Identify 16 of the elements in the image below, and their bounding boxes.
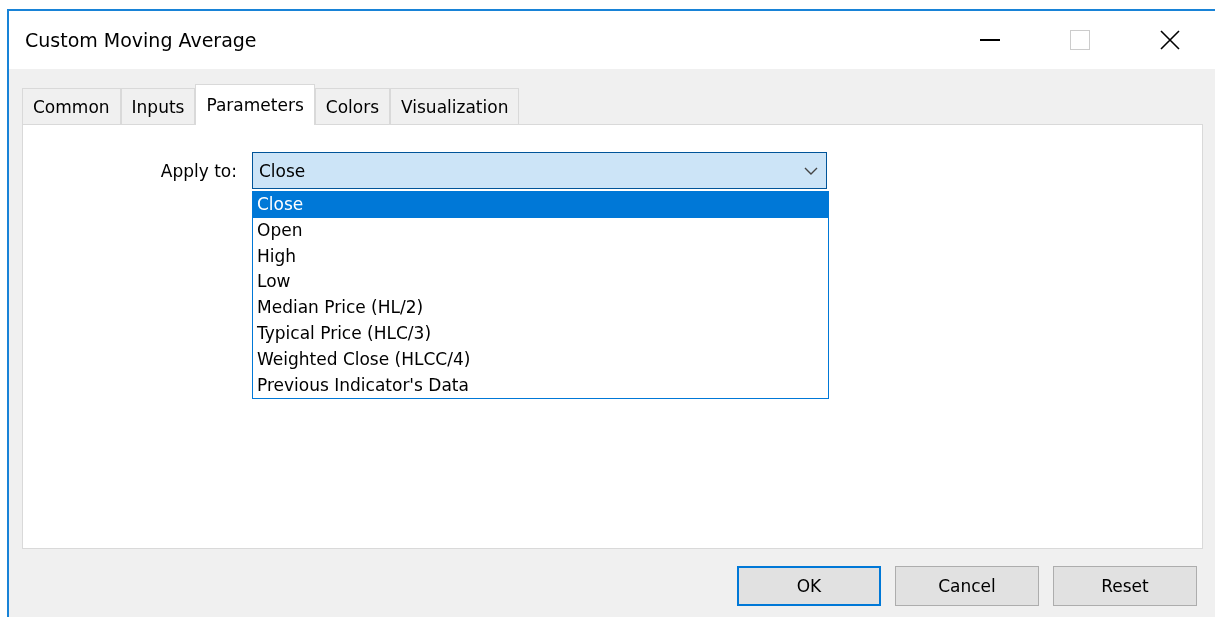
- dialog-button[interactable]: Reset: [1053, 566, 1197, 606]
- tab[interactable]: Colors: [314, 88, 391, 124]
- minimize-icon: [980, 39, 1000, 41]
- dialog-button[interactable]: OK: [737, 566, 881, 606]
- dialog-button[interactable]: Cancel: [895, 566, 1039, 606]
- maximize-icon: [1070, 30, 1090, 50]
- tab[interactable]: Common: [22, 88, 121, 124]
- tab[interactable]: Inputs: [120, 88, 196, 124]
- close-icon: [1160, 30, 1180, 50]
- apply-to-label: Apply to:: [159, 160, 238, 181]
- chevron-down-icon: [804, 166, 818, 175]
- tab[interactable]: Parameters: [195, 84, 315, 125]
- apply-to-dropdown[interactable]: Close: [252, 152, 827, 189]
- window-title: Custom Moving Average: [25, 29, 258, 51]
- tab[interactable]: Visualization: [390, 88, 520, 124]
- dropdown-option[interactable]: Close: [253, 192, 828, 218]
